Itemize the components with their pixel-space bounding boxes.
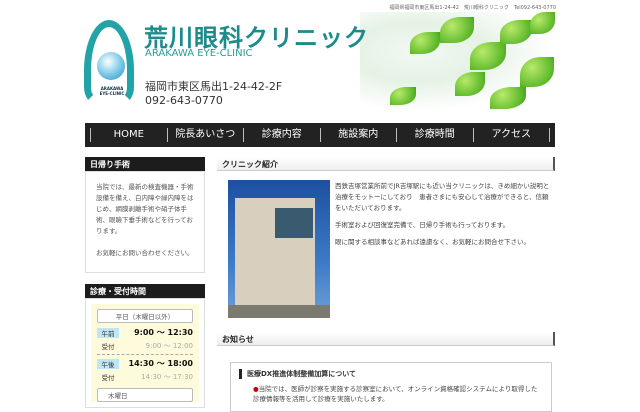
pm-label: 午後	[97, 358, 119, 369]
news-item-title[interactable]: 医療DX推進体制整備加算について	[239, 369, 543, 379]
pm-time: 14:30 〜 18:00	[128, 359, 194, 368]
nav-home[interactable]: HOME	[90, 128, 167, 142]
nav-access[interactable]: アクセス	[472, 128, 550, 142]
intro-paragraph-3: 眼に関する相談事などあれば遠慮なく、お気軽にお問合せ下さい。	[335, 238, 530, 246]
nav-hours[interactable]: 診療時間	[396, 128, 473, 142]
nav-greeting[interactable]: 院長あいさつ	[166, 128, 244, 142]
header-info-line: 福岡県福岡市東区馬出1-24-42 荒川眼科クリニック Tel092-643-0…	[389, 5, 556, 11]
daysurgery-contact: お気軽にお問い合わせください。	[96, 249, 194, 257]
hours-box: 平日（木曜日以外） 午前 9:00 〜 12:30 受付 9:00 〜 12:00 …	[85, 298, 205, 408]
news-item: 医療DX推進体制整備加算について ●当院では、医師が診察を実施する診察室において…	[230, 362, 552, 412]
header-address: 福岡市東区馬出1-24-42-2F	[145, 80, 283, 93]
news-heading: お知らせ	[217, 332, 555, 346]
daysurgery-heading: 日帰り手術	[85, 157, 205, 171]
header-tel: 092-643-0770	[145, 94, 223, 107]
am-reception-time: 9:00 〜 12:00	[145, 341, 193, 350]
pm-reception-label: 受付	[101, 373, 115, 382]
logo-eye-icon	[97, 52, 125, 80]
daysurgery-box: 当院では、最新の検査機器・手術設備を備え、白内障や緑内障をはじめ、網膜剥離手術や…	[85, 171, 205, 273]
news-item-body: 当院では、医師が診察を実施する診察室において、オンライン資格確認システムにより取…	[253, 385, 538, 403]
am-label: 午前	[97, 327, 119, 338]
weekday-label: 平日（木曜日以外）	[97, 309, 193, 323]
intro-text: 西鉄吉塚営業所前でJR吉塚駅にも近い当クリニックは、きめ細かい説明と治療をモット…	[335, 181, 553, 254]
intro-heading: クリニック紹介	[217, 157, 555, 171]
header-leaves-image	[360, 12, 555, 112]
nav-services[interactable]: 診療内容	[243, 128, 320, 142]
am-time: 9:00 〜 12:30	[134, 328, 193, 337]
am-reception-label: 受付	[101, 342, 115, 351]
building-window	[275, 208, 313, 238]
pm-reception-time: 14:30 〜 17:30	[141, 372, 193, 381]
hours-heading: 診療・受付時間	[85, 284, 205, 298]
logo-caption: ARAKAWA EYE-CLINIC	[99, 86, 125, 96]
intro-paragraph-2: 手術室および回復室完備で、日帰り手術も行っております。	[335, 221, 510, 229]
intro-paragraph-1: 西鉄吉塚営業所前でJR吉塚駅にも近い当クリニックは、きめ細かい説明と治療をモット…	[335, 182, 550, 212]
global-nav: HOME 院長あいさつ 診療内容 施設案内 診療時間 アクセス	[85, 123, 555, 147]
nav-facility[interactable]: 施設案内	[319, 128, 397, 142]
daysurgery-text: 当院では、最新の検査機器・手術設備を備え、白内障や緑内障をはじめ、網膜剥離手術や…	[96, 183, 194, 235]
site-subtitle: ARAKAWA EYE-CLINIC	[145, 48, 253, 59]
photo-ground	[228, 305, 330, 318]
